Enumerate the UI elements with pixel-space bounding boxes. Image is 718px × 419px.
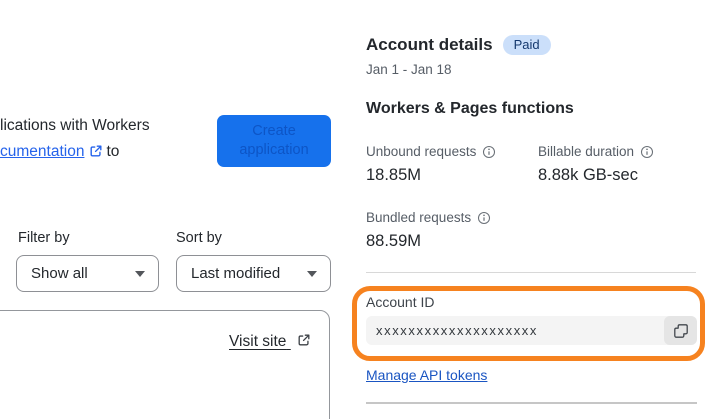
sort-dropdown[interactable]: Last modified (176, 255, 331, 292)
manage-api-tokens-link[interactable]: Manage API tokens (366, 367, 487, 383)
account-id-label: Account ID (366, 294, 435, 310)
account-details-header: Account details Paid (366, 35, 551, 55)
workers-pages-dashboard: lications with Workers cumentation to Cre… (0, 0, 718, 419)
intro-line-2: cumentation to (0, 139, 150, 167)
create-application-button[interactable]: Create application (217, 115, 331, 167)
section-divider (366, 272, 696, 273)
account-id-value[interactable]: xxxxxxxxxxxxxxxxxxxx (366, 323, 664, 338)
documentation-link[interactable]: cumentation (0, 143, 84, 160)
copy-icon (673, 323, 689, 339)
bottom-divider (366, 402, 697, 404)
metric-label-text: Bundled requests (366, 210, 472, 225)
visit-site-label: Visit site (229, 333, 287, 350)
info-icon[interactable] (477, 211, 491, 225)
metric-value-billable-duration: 8.88k GB-sec (538, 166, 638, 184)
sort-by-label: Sort by (176, 230, 222, 246)
account-details-title: Account details (366, 35, 493, 54)
intro-suffix: to (106, 143, 120, 160)
chevron-down-icon (307, 270, 317, 277)
metric-label-bundled-requests: Bundled requests (366, 210, 491, 225)
external-link-icon (89, 141, 103, 167)
metric-value-bundled-requests: 88.59M (366, 232, 422, 250)
sort-dropdown-value: Last modified (191, 265, 281, 282)
paid-plan-badge: Paid (502, 35, 551, 55)
metric-label-text: Unbound requests (366, 144, 477, 159)
visit-site-link[interactable]: Visit site (229, 333, 311, 352)
external-link-icon (297, 333, 311, 352)
info-icon[interactable] (640, 145, 654, 159)
copy-account-id-button[interactable] (664, 316, 697, 345)
chevron-down-icon (135, 270, 145, 277)
metric-label-billable-duration: Billable duration (538, 144, 654, 159)
info-icon[interactable] (482, 145, 496, 159)
functions-section-title: Workers & Pages functions (366, 100, 574, 117)
metric-value-unbound-requests: 18.85M (366, 166, 422, 184)
account-id-field: xxxxxxxxxxxxxxxxxxxx (366, 316, 697, 345)
billing-date-range: Jan 1 - Jan 18 (366, 62, 452, 77)
intro-text-block: lications with Workers cumentation to (0, 113, 150, 167)
intro-line-1: lications with Workers (0, 117, 150, 134)
filter-dropdown[interactable]: Show all (16, 255, 159, 292)
filter-by-label: Filter by (18, 230, 70, 246)
application-card (0, 310, 330, 419)
metric-label-unbound-requests: Unbound requests (366, 144, 496, 159)
filter-dropdown-value: Show all (31, 265, 88, 282)
metric-label-text: Billable duration (538, 144, 635, 159)
